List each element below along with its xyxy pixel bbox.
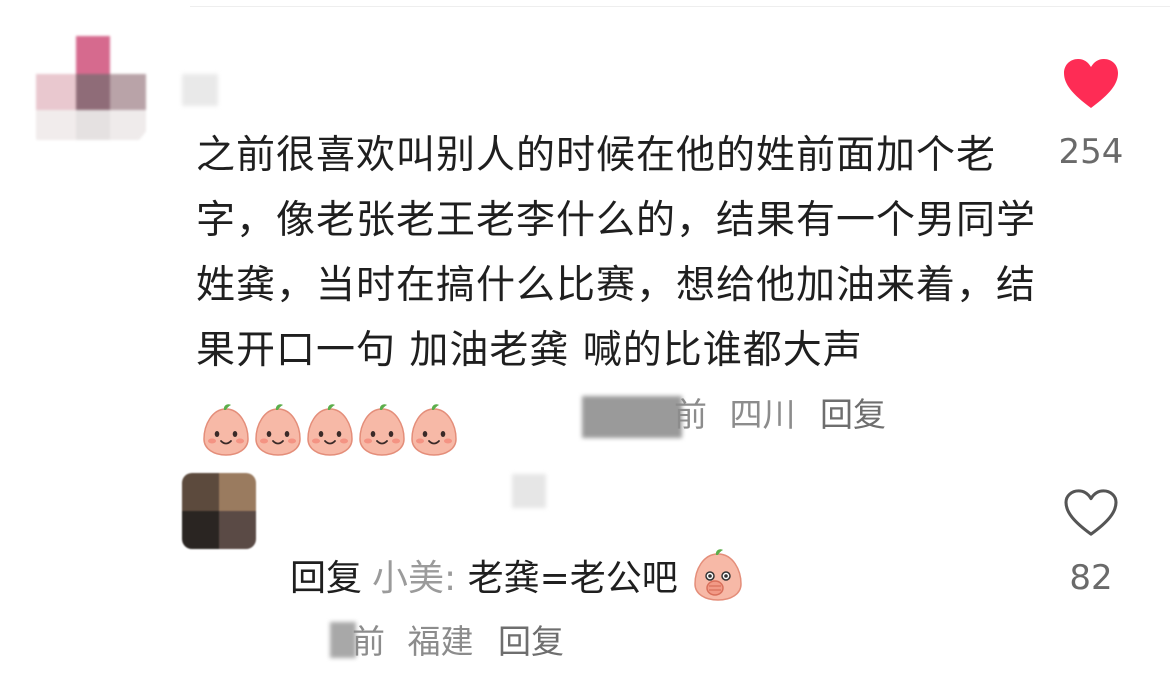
reply-avatar[interactable]	[182, 473, 256, 549]
comment-like-area[interactable]: 254	[1031, 58, 1151, 172]
reply-reply-button[interactable]: 回复	[498, 622, 564, 661]
reply-location: 福建	[407, 622, 474, 661]
top-divider	[190, 6, 1170, 7]
peach-cover-mouth-icon	[694, 549, 742, 601]
reply-username-blur[interactable]	[512, 474, 546, 508]
peach-smile-icon	[411, 403, 457, 456]
commenter-avatar[interactable]	[18, 22, 158, 162]
comment-like-count: 254	[1058, 132, 1124, 172]
reply-text: 老龚=老公吧	[456, 558, 678, 599]
comment-time: 前	[674, 395, 707, 434]
reply-like-area[interactable]: 82	[1031, 488, 1151, 598]
emoji-row	[202, 395, 462, 460]
heart-outline-icon[interactable]	[1063, 488, 1119, 538]
peach-smile-icon	[203, 403, 249, 456]
comment-text: 之前很喜欢叫别人的时候在他的姓前面加个老字，像老张老王老李什么的，结果有一个男同…	[196, 133, 1037, 373]
reply-time: 前	[352, 622, 385, 661]
heart-filled-icon[interactable]	[1062, 58, 1120, 110]
reply-like-count: 82	[1069, 558, 1113, 598]
peach-smile-icon	[307, 403, 353, 456]
peach-smile-icon	[359, 403, 405, 456]
reply-body: 回复 小美: 老龚=老公吧	[290, 548, 743, 606]
reply-meta: 前 福建 回复	[352, 616, 564, 668]
comment-location: 四川	[729, 395, 796, 434]
timestamp-blur	[582, 396, 682, 438]
comment-reply-button[interactable]: 回复	[820, 395, 886, 434]
username-blur[interactable]	[182, 74, 218, 106]
peach-smile-icon	[255, 403, 301, 456]
reply-mention[interactable]: 小美:	[372, 558, 456, 599]
comment-meta: 前 四川 回复	[674, 389, 886, 441]
reply-prefix: 回复	[290, 558, 363, 599]
